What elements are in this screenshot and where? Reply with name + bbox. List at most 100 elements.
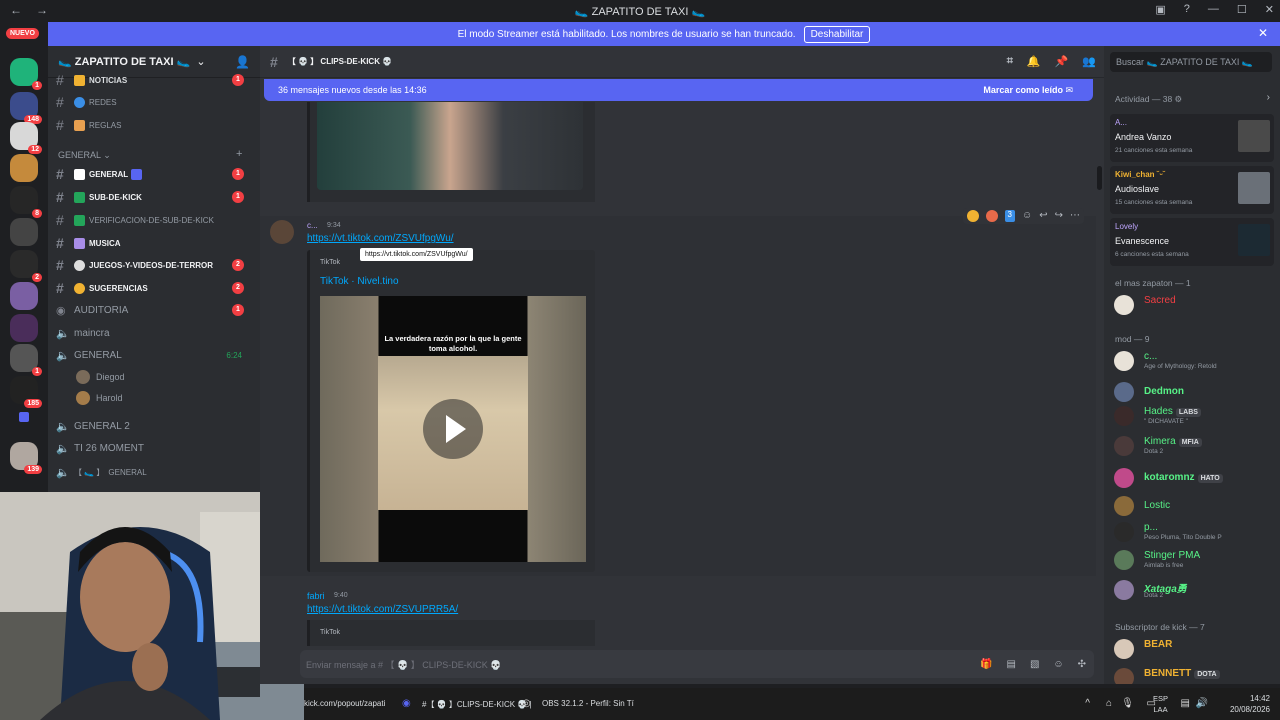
close-window-icon[interactable]: ✕ xyxy=(1265,3,1274,16)
activity-card[interactable]: Lovely Evanescence 6 canciones esta sema… xyxy=(1110,218,1274,266)
channel-reglas[interactable]: # REGLAS xyxy=(56,115,252,135)
forward-icon[interactable]: ↪ xyxy=(1055,210,1063,222)
stage-auditoria[interactable]: ◉ AUDITORIA 1 xyxy=(56,300,252,320)
taskbar-obs[interactable]: OBS 32.1.2 - Perfil: Sin Tí xyxy=(542,699,634,708)
discord-icon[interactable]: ◉ xyxy=(402,698,411,709)
activity-card[interactable]: Kiwi_chan ˘ᵕ˘ Audioslave 15 canciones es… xyxy=(1110,166,1274,214)
message-link[interactable]: https://vt.tiktok.com/ZSVUPRR5A/ xyxy=(307,604,458,615)
server-icon[interactable]: 1 xyxy=(10,58,42,90)
server-icon[interactable] xyxy=(10,154,38,182)
volume-icon[interactable]: 🔊 xyxy=(1196,698,1208,709)
taskbar-discord[interactable]: #【 💀 】CLIPS-DE-KICK 💀 | xyxy=(422,699,532,710)
member-item[interactable]: Kimera MFIA Dota 2 xyxy=(1114,434,1274,456)
server-icon[interactable]: 148 xyxy=(10,92,42,124)
add-channel-icon[interactable]: + xyxy=(236,148,242,160)
member-item[interactable]: BENNETT DOTA xyxy=(1114,666,1274,684)
server-icon[interactable]: 185 xyxy=(10,376,42,408)
channel-juegos-terror[interactable]: # JUEGOS-Y-VIDEOS-DE-TERROR 2 xyxy=(56,255,252,275)
voice-user[interactable]: Harold xyxy=(76,391,123,405)
server-icon[interactable]: 139 xyxy=(10,442,42,474)
clock[interactable]: 14:42 20/08/2026 xyxy=(1230,693,1270,715)
server-icon[interactable] xyxy=(10,282,38,310)
voice-general-2[interactable]: 🔈 GENERAL 2 xyxy=(56,416,252,436)
message-input[interactable]: Enviar mensaje a # 【 💀 】 CLIPS-DE-KICK 💀… xyxy=(300,650,1094,678)
pin-icon[interactable]: 📌 xyxy=(1055,55,1069,68)
mark-as-read-button[interactable]: Marcar como leído ✉ xyxy=(983,85,1073,96)
server-icon[interactable]: 8 xyxy=(10,186,42,218)
channel-musica[interactable]: # MUSICA xyxy=(56,233,252,253)
category-general[interactable]: GENERAL ⌄ + xyxy=(58,148,242,161)
member-item[interactable]: Xataga勇 Dota 2 xyxy=(1114,578,1274,600)
bell-icon[interactable]: 🔔 xyxy=(1027,55,1041,68)
channel-redes[interactable]: # REDES xyxy=(56,92,252,112)
network-icon[interactable]: ▤ xyxy=(1181,698,1190,709)
member-item[interactable]: Hades LABS " DICHAVATE " xyxy=(1114,404,1274,426)
member-item[interactable]: kotaromnz HATO xyxy=(1114,466,1274,488)
laugh-emoji-icon[interactable] xyxy=(966,210,979,222)
member-item[interactable]: p... Peso Pluma, Tito Double P xyxy=(1114,520,1274,542)
obs-icon[interactable]: ◎ xyxy=(522,698,531,709)
server-icon[interactable]: 2 xyxy=(10,250,42,282)
chevron-right-icon[interactable]: › xyxy=(1267,92,1270,103)
video-thumbnail[interactable]: La verdadera razón por la que la gente t… xyxy=(320,296,586,562)
help-icon[interactable]: ? xyxy=(1184,3,1190,16)
channel-noticias[interactable]: # NOTICIAS 1 xyxy=(56,70,252,90)
voice-general[interactable]: 🔈 GENERAL 6:24 xyxy=(56,345,252,365)
server-icon[interactable]: 1 xyxy=(10,344,42,376)
gift-icon[interactable]: 🎁 xyxy=(980,659,992,670)
channel-general[interactable]: # GENERAL 1 xyxy=(56,164,252,184)
scrollbar[interactable] xyxy=(1097,166,1102,190)
member-item[interactable]: c... Age of Mythology: Retold xyxy=(1114,349,1274,371)
voice-maincra[interactable]: 🔈 maincra xyxy=(56,323,252,343)
member-item[interactable]: Dedmon xyxy=(1114,380,1274,402)
maximize-icon[interactable]: ☐ xyxy=(1237,3,1247,16)
inbox-icon[interactable]: ▣ xyxy=(1155,3,1165,16)
server-icon[interactable] xyxy=(10,314,38,342)
taskbar-browser[interactable]: kick.com/popout/zapati xyxy=(304,699,385,708)
speech-bubble-icon xyxy=(74,168,85,180)
folder-icon[interactable] xyxy=(19,412,29,422)
language-indicator[interactable]: ESP LAA xyxy=(1153,693,1168,715)
tray-icon[interactable]: ⌂ xyxy=(1106,698,1112,709)
voice-general-3[interactable]: 🔈 【 🥿 】 GENERAL xyxy=(56,462,252,482)
reply-icon[interactable]: ↩ xyxy=(1039,210,1047,222)
sticker-icon[interactable]: ▧ xyxy=(1030,659,1039,670)
search-input[interactable]: Buscar 🥿 ZAPATITO DE TAXI 🥿 xyxy=(1110,52,1272,72)
gear-icon[interactable]: ⚙ xyxy=(1175,94,1183,104)
server-icon[interactable]: 12 xyxy=(10,122,42,154)
minimize-icon[interactable]: — xyxy=(1208,3,1219,16)
invite-icon[interactable]: 👤 xyxy=(235,55,250,69)
member-item[interactable]: Sacred xyxy=(1114,293,1274,315)
threads-icon[interactable]: ⌗ xyxy=(1007,55,1013,68)
channel-sugerencias[interactable]: # SUGERENCIAS 2 xyxy=(56,278,252,298)
avatar[interactable] xyxy=(270,220,294,244)
member-item[interactable]: BEAR xyxy=(1114,637,1274,659)
disable-streamer-button[interactable]: Deshabilitar xyxy=(803,25,871,43)
apps-icon[interactable]: ✣ xyxy=(1078,659,1086,670)
embed-title[interactable]: TikTok · Nivel.tino xyxy=(320,276,399,287)
voice-ti-26-moment[interactable]: 🔈 TI 26 MOMENT xyxy=(56,438,252,458)
heart-emoji-icon[interactable] xyxy=(985,210,998,222)
add-reaction-icon[interactable]: ☺ xyxy=(1022,210,1032,222)
emoji-icon[interactable]: ☺ xyxy=(1053,659,1063,670)
close-banner-icon[interactable]: ✕ xyxy=(1258,26,1268,40)
message-link[interactable]: https://vt.tiktok.com/ZSVUfpgWu/ xyxy=(307,233,454,244)
message-author[interactable]: c... xyxy=(307,221,318,230)
member-item[interactable]: Stinger PMA Aimlab is free xyxy=(1114,548,1274,570)
play-icon[interactable] xyxy=(423,399,483,459)
members-icon[interactable]: 👥 xyxy=(1082,55,1096,68)
more-icon[interactable]: ⋯ xyxy=(1070,210,1080,222)
channel-sub-de-kick[interactable]: # SUB-DE-KICK 1 xyxy=(56,187,252,207)
gif-icon[interactable]: ▤ xyxy=(1006,659,1015,670)
mic-icon[interactable]: 🎙 xyxy=(1121,698,1134,709)
reaction-count[interactable]: 3 xyxy=(1004,210,1015,222)
server-icon[interactable] xyxy=(10,218,38,246)
activity-card[interactable]: A... Andrea Vanzo 21 canciones esta sema… xyxy=(1110,114,1274,162)
voice-user[interactable]: Diegod xyxy=(76,370,125,384)
channel-verificacion[interactable]: # VERIFICACION-DE-SUB-DE-KICK xyxy=(56,210,252,230)
new-messages-bar[interactable]: 36 mensajes nuevos desde las 14:36 Marca… xyxy=(264,79,1093,101)
message-author[interactable]: fabri xyxy=(307,591,325,601)
embed-image[interactable] xyxy=(317,102,583,190)
member-item[interactable]: Lostic xyxy=(1114,494,1274,516)
chevron-up-icon[interactable]: ^ xyxy=(1085,698,1090,709)
